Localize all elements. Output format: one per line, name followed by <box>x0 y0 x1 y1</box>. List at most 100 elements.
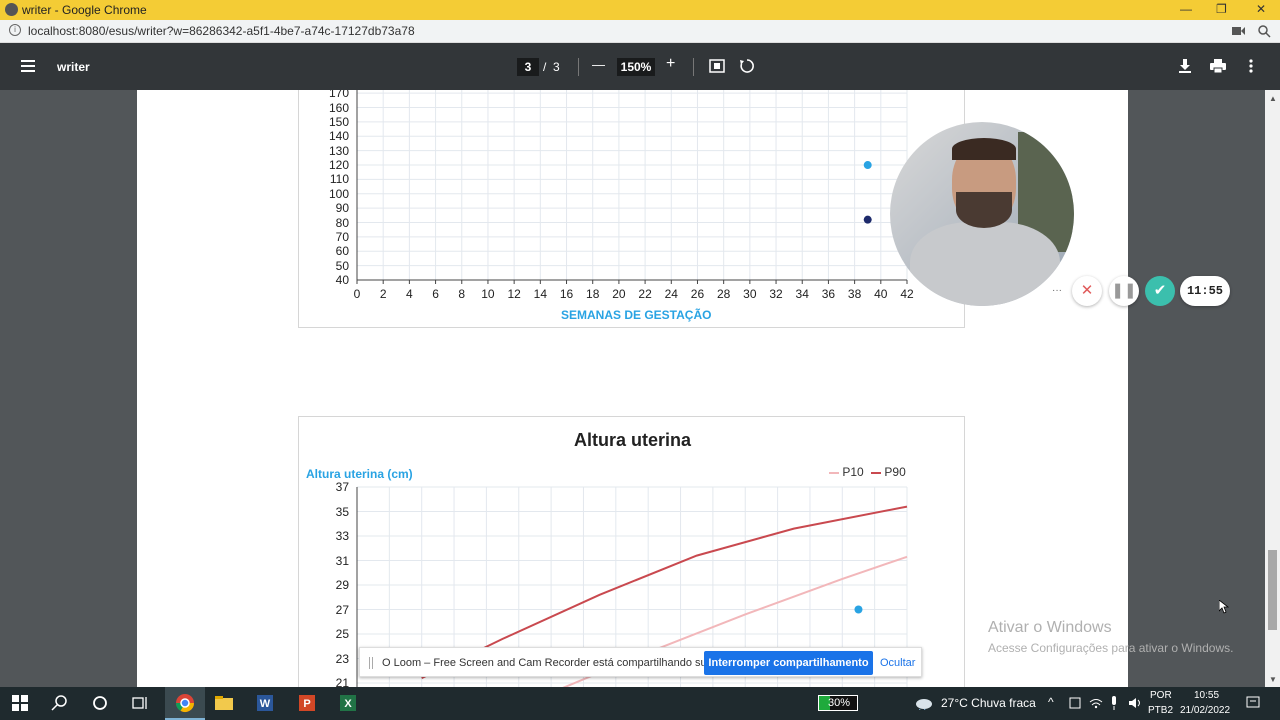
y-tick-label: 120 <box>328 158 349 173</box>
recording-timer: 11:55 <box>1180 276 1230 306</box>
x-tick-label: 16 <box>559 287 574 301</box>
x-tick-label: 36 <box>821 287 836 301</box>
drag-handle-icon[interactable] <box>369 657 373 669</box>
network-icon[interactable] <box>1089 697 1103 709</box>
x-tick-label: 10 <box>481 287 495 301</box>
vertical-scrollbar[interactable]: ▲ ▼ <box>1265 90 1280 687</box>
zoom-level[interactable]: 150% <box>617 58 655 76</box>
powerpoint-icon[interactable]: P <box>297 693 317 713</box>
page-number-input[interactable]: 3 <box>517 58 539 76</box>
notifications-icon[interactable] <box>1246 696 1260 710</box>
show-hidden-icons-icon[interactable]: ^ <box>1048 695 1054 709</box>
search-icon[interactable] <box>50 693 70 713</box>
x-tick-label: 38 <box>847 287 862 301</box>
recorder-more-button[interactable]: ··· <box>1050 276 1064 306</box>
page-total: 3 <box>553 60 560 74</box>
info-icon[interactable]: i <box>9 24 21 36</box>
speaker-icon[interactable] <box>1128 697 1142 709</box>
toolbar-divider <box>578 58 579 76</box>
device-icon[interactable] <box>1069 697 1081 709</box>
y-tick-label: 80 <box>335 215 349 230</box>
address-bar[interactable]: i localhost:8080/esus/writer?w=86286342-… <box>0 20 1280 43</box>
scroll-up-arrow[interactable]: ▲ <box>1269 94 1277 103</box>
y-tick-label: 35 <box>335 504 349 519</box>
watermark-subtitle: Acesse Configurações para ativar o Windo… <box>988 641 1234 655</box>
x-tick-label: 4 <box>406 287 413 301</box>
y-tick-label: 31 <box>335 553 349 568</box>
person-hair <box>952 138 1016 160</box>
x-tick-label: 0 <box>353 287 361 301</box>
print-icon[interactable] <box>1210 59 1226 73</box>
x-tick-label: 20 <box>612 287 626 301</box>
screen-share-notification: O Loom – Free Screen and Cam Recorder es… <box>359 647 922 677</box>
url-text[interactable]: localhost:8080/esus/writer?w=86286342-a5… <box>28 24 415 38</box>
restore-button[interactable]: ❐ <box>1216 2 1227 16</box>
x-tick-label: 28 <box>716 287 731 301</box>
zoom-out-button[interactable]: — <box>592 57 605 72</box>
battery-percent: 30% <box>827 697 851 709</box>
y-tick-label: 60 <box>335 244 349 259</box>
document-name: writer <box>57 60 90 74</box>
close-button[interactable]: ✕ <box>1256 2 1266 16</box>
more-options-icon[interactable] <box>1248 59 1254 75</box>
watermark-title: Ativar o Windows <box>988 619 1112 636</box>
keyboard-layout[interactable]: PTB2 <box>1148 705 1173 716</box>
y-tick-label: 70 <box>335 229 349 244</box>
clock-time[interactable]: 10:55 <box>1194 690 1219 701</box>
menu-icon[interactable] <box>21 60 35 72</box>
microphone-icon[interactable] <box>1110 696 1118 710</box>
chart-1-xlabel: SEMANAS DE GESTAÇÃO <box>561 308 712 322</box>
weather-icon[interactable] <box>914 696 934 710</box>
minimize-button[interactable]: — <box>1180 2 1192 16</box>
windows-start-icon[interactable] <box>10 693 30 713</box>
svg-text:W: W <box>260 698 271 710</box>
data-point <box>854 605 863 614</box>
finish-recording-button[interactable]: ✔ <box>1145 276 1175 306</box>
pdf-toolbar: writer 3 / 3 — 150% + <box>0 43 1280 90</box>
camera-icon[interactable] <box>1232 26 1245 36</box>
window-title: writer - Google Chrome <box>22 3 147 17</box>
clock-date[interactable]: 21/02/2022 <box>1180 705 1230 716</box>
x-tick-label: 22 <box>638 287 652 301</box>
close-icon: ✕ <box>1080 282 1094 299</box>
x-tick-label: 14 <box>533 287 547 301</box>
x-tick-label: 26 <box>690 287 705 301</box>
taskbar-chrome-active[interactable] <box>165 687 205 720</box>
y-tick-label: 25 <box>335 627 349 641</box>
language-code[interactable]: POR <box>1150 690 1172 701</box>
cortana-icon[interactable] <box>90 693 110 713</box>
y-tick-label: 27 <box>335 602 349 617</box>
svg-text:X: X <box>344 698 352 710</box>
y-tick-label: 90 <box>335 201 349 216</box>
x-tick-label: 8 <box>458 287 466 301</box>
y-tick-label: 40 <box>335 273 349 287</box>
download-icon[interactable] <box>1178 59 1192 73</box>
x-tick-label: 6 <box>432 287 439 301</box>
x-tick-label: 18 <box>586 287 600 301</box>
scrollbar-thumb[interactable] <box>1268 550 1277 630</box>
battery-indicator[interactable]: 30% <box>818 695 858 711</box>
gestational-weight-chart: 170 160 150 140 130 120 110 100 90 80 70 60 50 40 024… <box>298 90 965 328</box>
file-explorer-icon[interactable] <box>214 693 234 713</box>
webcam-bubble[interactable] <box>890 122 1074 306</box>
zoom-in-button[interactable]: + <box>666 55 675 73</box>
y-tick-label: 130 <box>328 143 349 158</box>
pause-recording-button[interactable]: ❚❚ <box>1109 276 1139 306</box>
window-titlebar: writer - Google Chrome — ❐ ✕ <box>0 0 1280 20</box>
fit-page-icon[interactable] <box>709 59 725 73</box>
stop-sharing-button[interactable]: Interromper compartilhamento <box>704 651 873 675</box>
weather-text[interactable]: 27°C Chuva fraca <box>941 696 1036 710</box>
rotate-icon[interactable] <box>739 58 755 74</box>
x-tick-label: 40 <box>874 287 888 301</box>
hide-button[interactable]: Ocultar <box>880 657 915 669</box>
windows-activation-watermark: Ativar o Windows Acesse Configurações pa… <box>988 619 1233 655</box>
task-view-icon[interactable] <box>130 693 150 713</box>
cancel-recording-button[interactable]: ✕ <box>1072 276 1102 306</box>
zoom-icon[interactable] <box>1258 25 1271 38</box>
scroll-down-arrow[interactable]: ▼ <box>1269 675 1277 684</box>
y-tick-label: 140 <box>328 129 349 144</box>
mouse-cursor-icon <box>1219 600 1229 614</box>
excel-icon[interactable]: X <box>338 693 358 713</box>
svg-text:P: P <box>303 698 310 710</box>
word-icon[interactable]: W <box>255 693 275 713</box>
